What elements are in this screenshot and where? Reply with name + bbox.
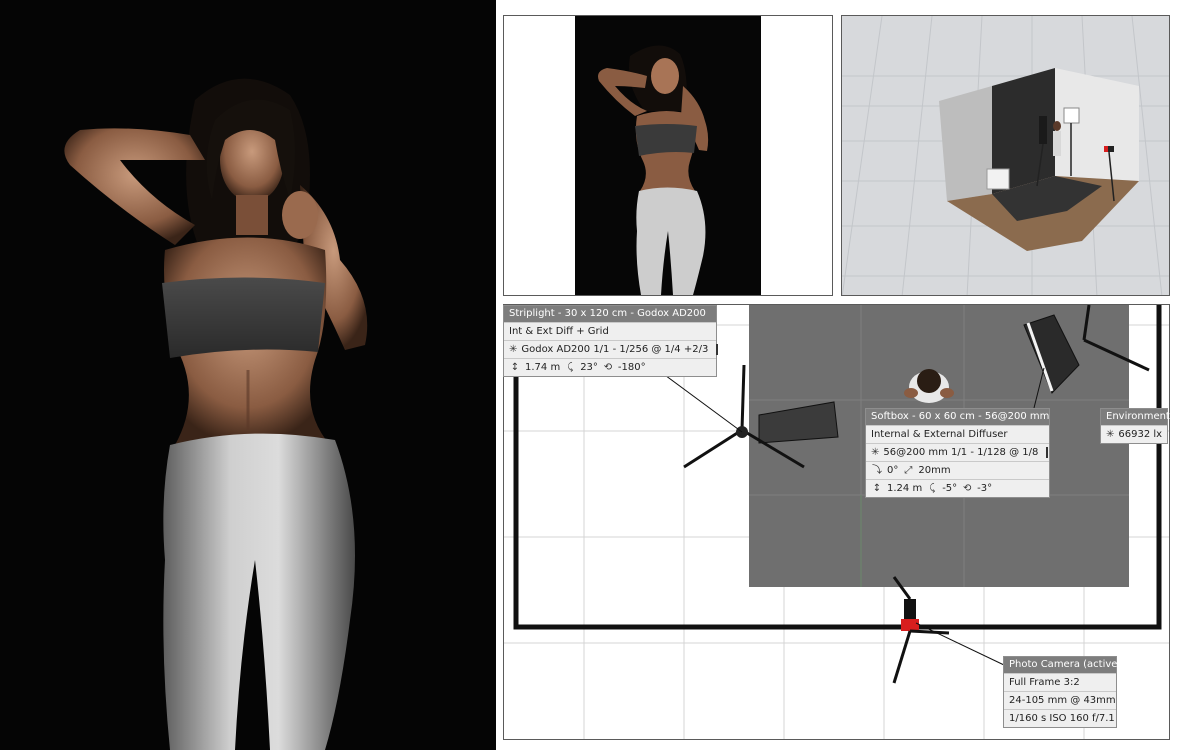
camera-exposure: 1/160 s ISO 160 f/7.1: [1009, 712, 1115, 724]
striplight-rotation: -180°: [617, 361, 646, 373]
striplight-flash-value: Godox AD200 1/1 - 1/256 @ 1/4 +2/3: [521, 343, 709, 355]
environment-lux-row: ✳ 66932 lx: [1101, 425, 1167, 443]
striplight-enable-checkbox[interactable]: [716, 344, 719, 355]
striplight-title: Striplight - 30 x 120 cm - Godox AD200: [504, 306, 716, 322]
softbox-info-box[interactable]: Softbox - 60 x 60 cm - 56@200 mm Interna…: [865, 408, 1050, 498]
model-figure-small: [598, 45, 709, 295]
3d-scene-view[interactable]: [841, 15, 1170, 296]
softbox-position-row: ↕ 1.24 m ⤹ -5° ⟲ -3°: [866, 479, 1049, 497]
tilt-icon: ⤹: [929, 482, 936, 494]
camera-lens: 24-105 mm @ 43mm: [1009, 694, 1116, 706]
tilt-icon: ⤹: [567, 361, 574, 373]
flash-icon: ✳: [509, 343, 518, 355]
beam-angle-icon: ⤵: [872, 464, 882, 476]
striplight-tilt: 23°: [580, 361, 598, 373]
camera-exposure-row: 1/160 s ISO 160 f/7.1: [1004, 709, 1116, 727]
striplight-position-row: ↕ 1.74 m ⤹ 23° ⟲ -180°: [504, 358, 716, 376]
softbox-rotation: -3°: [977, 482, 993, 494]
striplight-flash-row: ✳ Godox AD200 1/1 - 1/256 @ 1/4 +2/3: [504, 340, 719, 358]
rotation-icon: ⟲: [603, 361, 613, 373]
height-icon: ↕: [510, 361, 520, 373]
softbox-modifier: Internal & External Diffuser: [871, 428, 1008, 440]
rotation-icon: ⟲: [962, 482, 972, 494]
preview-frame: [575, 16, 761, 295]
camera-info-box[interactable]: Photo Camera (active) Full Frame 3:2 24-…: [1003, 656, 1121, 728]
zoom-icon: ⤢: [904, 464, 913, 476]
height-icon: ↕: [872, 482, 882, 494]
striplight-info-box[interactable]: Striplight - 30 x 120 cm - Godox AD200 I…: [503, 305, 719, 377]
camera-sensor-row: Full Frame 3:2: [1004, 673, 1116, 691]
camera-sensor: Full Frame 3:2: [1009, 676, 1080, 688]
softbox-title: Softbox - 60 x 60 cm - 56@200 mm: [866, 409, 1049, 425]
camera-title: Photo Camera (active): [1004, 657, 1121, 673]
softbox-modifier-row: Internal & External Diffuser: [866, 425, 1049, 443]
camera-lens-row: 24-105 mm @ 43mm: [1004, 691, 1116, 709]
softbox-tilt: -5°: [942, 482, 958, 494]
softbox-zoom-row: ⤵ 0° ⤢ 20mm: [866, 461, 1049, 479]
studio-3d-model: [842, 16, 1169, 295]
render-preview-panel[interactable]: [503, 15, 833, 296]
striplight-modifier-row: Int & Ext Diff + Grid: [504, 322, 716, 340]
light-meter-icon: ✳: [1106, 428, 1115, 440]
softbox-angle: 0°: [887, 464, 899, 476]
softbox-flash-value: 56@200 mm 1/1 - 1/128 @ 1/8: [883, 446, 1039, 458]
softbox-zoom: 20mm: [918, 464, 951, 476]
softbox-height: 1.24 m: [887, 482, 923, 494]
softbox-enable-checkbox[interactable]: [1046, 447, 1049, 458]
flash-icon: ✳: [871, 446, 880, 458]
environment-info-box[interactable]: Environment ✳ 66932 lx: [1100, 408, 1170, 444]
striplight-height: 1.74 m: [525, 361, 561, 373]
model-figure-large: [64, 78, 368, 750]
environment-title: Environment: [1101, 409, 1170, 425]
striplight-modifier: Int & Ext Diff + Grid: [509, 325, 609, 337]
environment-lux: 66932 lx: [1118, 428, 1163, 440]
softbox-flash-row: ✳ 56@200 mm 1/1 - 1/128 @ 1/8: [866, 443, 1049, 461]
main-render-image: [0, 0, 496, 750]
